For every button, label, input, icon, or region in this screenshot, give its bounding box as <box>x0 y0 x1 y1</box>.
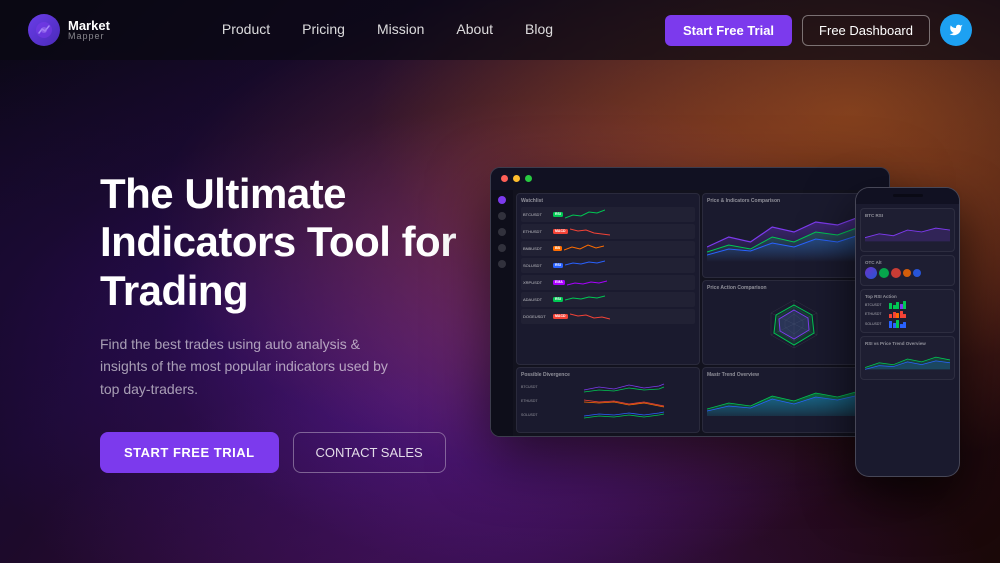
phone-body: BTC RSI OTC Alt <box>856 204 959 384</box>
watch-row-eth: ETHUSDT MACD <box>521 224 695 239</box>
phone-panel-otc: OTC Alt <box>860 255 955 286</box>
navbar: Market Mapper Product Pricing Mission Ab… <box>0 0 1000 60</box>
hero-section: The Ultimate Indicators Tool for Trading… <box>0 60 1000 563</box>
nav-pricing[interactable]: Pricing <box>302 21 345 37</box>
divergence-panel: Possible Divergence BTCUSDT <box>516 367 700 432</box>
screen-main: Watchlist BTCUSDT RSI <box>513 190 889 436</box>
hero-subtitle: Find the best trades using auto analysis… <box>100 333 400 400</box>
sidebar-icon-1 <box>498 196 506 204</box>
divergence-header: Possible Divergence <box>521 372 695 378</box>
sidebar-icon-2 <box>498 212 506 220</box>
screen-sidebar <box>491 190 513 436</box>
free-dashboard-button[interactable]: Free Dashboard <box>802 15 930 46</box>
screen-titlebar <box>491 168 889 190</box>
hero-content: The Ultimate Indicators Tool for Trading… <box>100 170 480 473</box>
nav-actions: Start Free Trial Free Dashboard <box>665 14 972 46</box>
start-free-trial-button[interactable]: Start Free Trial <box>665 15 792 46</box>
hero-visual: Watchlist BTCUSDT RSI <box>480 100 940 543</box>
twitter-icon[interactable] <box>940 14 972 46</box>
minimize-dot <box>513 175 520 182</box>
phone-screen: BTC RSI OTC Alt <box>855 187 960 477</box>
watch-row-btc: BTCUSDT RSI <box>521 207 695 222</box>
nav-product[interactable]: Product <box>222 21 270 37</box>
logo-link[interactable]: Market Mapper <box>28 14 110 46</box>
watchlist-panel: Watchlist BTCUSDT RSI <box>516 193 700 366</box>
hero-trial-button[interactable]: START FREE TRIAL <box>100 432 279 473</box>
watch-row-doge: DOGEUSDT MACD <box>521 309 695 324</box>
expand-dot <box>525 175 532 182</box>
logo-icon <box>28 14 60 46</box>
watch-row-ada: ADAUSDT RSI <box>521 292 695 307</box>
hero-title: The Ultimate Indicators Tool for Trading <box>100 170 460 315</box>
phone-panel-top-rsi: Top RSI Action BTCUSDT <box>860 289 955 333</box>
nav-blog[interactable]: Blog <box>525 21 553 37</box>
screen-body: Watchlist BTCUSDT RSI <box>491 190 889 436</box>
sidebar-icon-4 <box>498 244 506 252</box>
logo-text: Market Mapper <box>68 19 110 41</box>
phone-panel-btc-rsi: BTC RSI <box>860 208 955 252</box>
close-dot <box>501 175 508 182</box>
laptop-screen: Watchlist BTCUSDT RSI <box>490 167 890 437</box>
nav-mission[interactable]: Mission <box>377 21 424 37</box>
phone-notch <box>856 188 959 204</box>
watchlist-header: Watchlist <box>521 198 695 204</box>
watch-row-xrp: XRPUSDT EMA <box>521 275 695 290</box>
nav-about[interactable]: About <box>456 21 493 37</box>
hero-contact-button[interactable]: CONTACT SALES <box>293 432 446 473</box>
nav-links: Product Pricing Mission About Blog <box>222 21 553 39</box>
phone-panel-rsi-price: RSI vs Price Trend Overview <box>860 336 955 380</box>
watch-row-bnb: BNBUSDT BB <box>521 241 695 256</box>
hero-buttons: START FREE TRIAL CONTACT SALES <box>100 432 460 473</box>
dashboard-mockup: Watchlist BTCUSDT RSI <box>490 167 930 477</box>
watch-row-sol: SOLUSDT RSI <box>521 258 695 273</box>
sidebar-icon-5 <box>498 260 506 268</box>
brand-sub: Mapper <box>68 32 110 41</box>
sidebar-icon-3 <box>498 228 506 236</box>
